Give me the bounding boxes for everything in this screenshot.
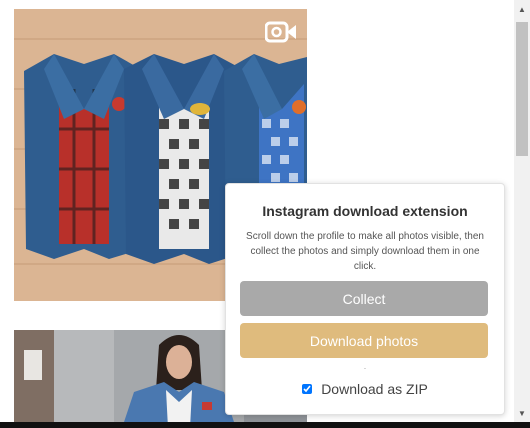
download-photos-button[interactable]: Download photos	[240, 323, 488, 358]
download-zip-label: Download as ZIP	[321, 381, 428, 397]
scrollbar-thumb[interactable]	[516, 22, 528, 156]
popup-description: Scroll down the profile to make all phot…	[246, 231, 484, 272]
extension-popup: Instagram download extension Scroll down…	[225, 183, 505, 415]
page-scrollbar[interactable]: ▲ ▼	[514, 0, 530, 422]
video-camera-icon	[265, 21, 296, 43]
scroll-up-arrow-icon[interactable]: ▲	[514, 2, 530, 16]
download-zip-option[interactable]: Download as ZIP	[226, 381, 504, 397]
collect-button[interactable]: Collect	[240, 281, 488, 316]
separator-dot: .	[363, 362, 367, 371]
bottom-edge-bar	[0, 422, 530, 428]
popup-title: Instagram download extension	[262, 203, 468, 219]
scroll-down-arrow-icon[interactable]: ▼	[514, 406, 530, 420]
download-zip-checkbox[interactable]	[302, 384, 313, 394]
